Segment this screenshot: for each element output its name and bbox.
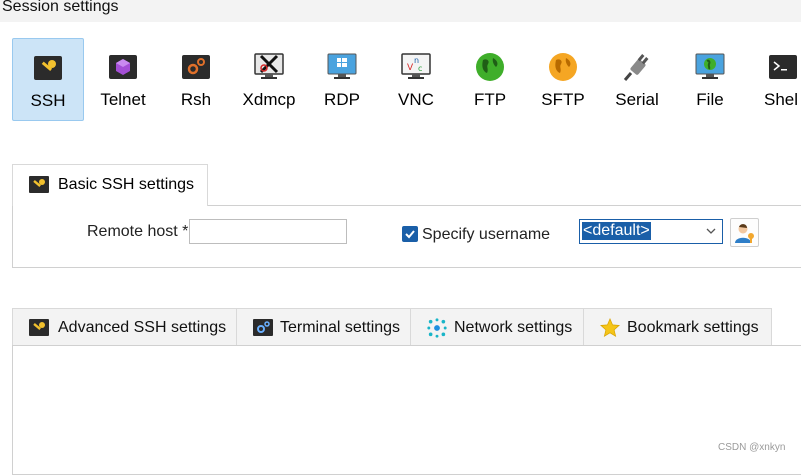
tab-label: Bookmark settings: [627, 319, 759, 336]
session-type-label: Shel: [764, 90, 799, 109]
session-type-label: SFTP: [541, 90, 585, 109]
session-type-telnet[interactable]: Telnet: [87, 38, 159, 121]
username-select[interactable]: <default>: [579, 219, 723, 244]
rdp-icon: [327, 53, 357, 79]
session-type-label: File: [696, 90, 724, 109]
terminal-gears-icon: [253, 319, 273, 336]
session-type-sftp[interactable]: SFTP: [527, 38, 599, 121]
ssh-key-icon: [34, 56, 62, 80]
session-type-label: Xdmcp: [242, 90, 296, 109]
session-type-ssh[interactable]: SSH: [12, 38, 84, 121]
session-type-file[interactable]: File: [674, 38, 746, 121]
tab-advanced-ssh-settings[interactable]: Advanced SSH settings: [12, 308, 237, 345]
vnc-icon: V n c: [401, 53, 431, 79]
session-type-xdmcp[interactable]: Xdmcp: [233, 38, 305, 121]
session-type-label: Telnet: [100, 90, 146, 109]
username-value: <default>: [582, 222, 651, 240]
sftp-globe-icon: [549, 53, 577, 81]
session-type-label: FTP: [473, 90, 507, 109]
session-type-label: Serial: [615, 90, 659, 109]
user-manager-button[interactable]: [730, 218, 759, 247]
shell-terminal-icon: [769, 55, 797, 79]
tab-basic-ssh-settings[interactable]: Basic SSH settings: [12, 164, 208, 206]
specify-username-label: Specify username: [422, 226, 551, 243]
serial-plug-icon: [623, 54, 649, 81]
tab-bookmark-settings[interactable]: Bookmark settings: [583, 308, 772, 345]
session-type-rdp[interactable]: RDP: [306, 38, 378, 121]
file-monitor-icon: [695, 53, 725, 79]
tab-terminal-settings[interactable]: Terminal settings: [236, 308, 411, 345]
specify-username-checkbox[interactable]: [402, 226, 418, 242]
session-type-label: SSH: [30, 91, 66, 110]
tab-label: Basic SSH settings: [58, 176, 195, 193]
tab-label: Advanced SSH settings: [58, 319, 227, 336]
remote-host-label: Remote host *: [87, 223, 189, 240]
session-type-shell[interactable]: Shel: [747, 38, 801, 121]
tab-label: Terminal settings: [280, 319, 401, 336]
watermark: CSDN @xnkyn: [718, 442, 786, 453]
xdmcp-icon: [254, 53, 284, 79]
ssh-key-icon: [29, 176, 49, 193]
session-type-label: RDP: [324, 90, 360, 109]
ftp-globe-icon: [476, 53, 504, 81]
session-type-toolbar: SSH Telnet Rsh Xdmcp RDP V n c VNC FTP S…: [0, 38, 801, 124]
tab-label: Network settings: [454, 319, 573, 336]
session-type-rsh[interactable]: Rsh: [160, 38, 232, 121]
session-type-vnc[interactable]: V n c VNC: [380, 38, 452, 121]
session-type-label: Rsh: [180, 90, 212, 109]
session-type-serial[interactable]: Serial: [601, 38, 673, 121]
svg-text:V: V: [407, 63, 414, 73]
settings-tab-panel: [12, 345, 801, 475]
session-type-ftp[interactable]: FTP: [454, 38, 526, 121]
chevron-down-icon: [706, 228, 716, 234]
session-type-label: VNC: [398, 90, 434, 109]
telnet-icon: [109, 55, 137, 79]
svg-text:c: c: [418, 64, 422, 73]
rsh-icon: [182, 55, 210, 79]
tab-network-settings[interactable]: Network settings: [410, 308, 584, 345]
checkmark-icon: [405, 230, 415, 239]
ssh-key-icon: [29, 319, 49, 336]
remote-host-input[interactable]: [189, 219, 347, 244]
network-icon: [427, 318, 447, 338]
window-title: Session settings: [2, 0, 119, 15]
star-icon: [600, 318, 620, 337]
title-bar: Session settings: [0, 0, 801, 22]
settings-tabs: Advanced SSH settings Terminal settings …: [12, 308, 772, 346]
user-key-icon: [735, 224, 754, 243]
